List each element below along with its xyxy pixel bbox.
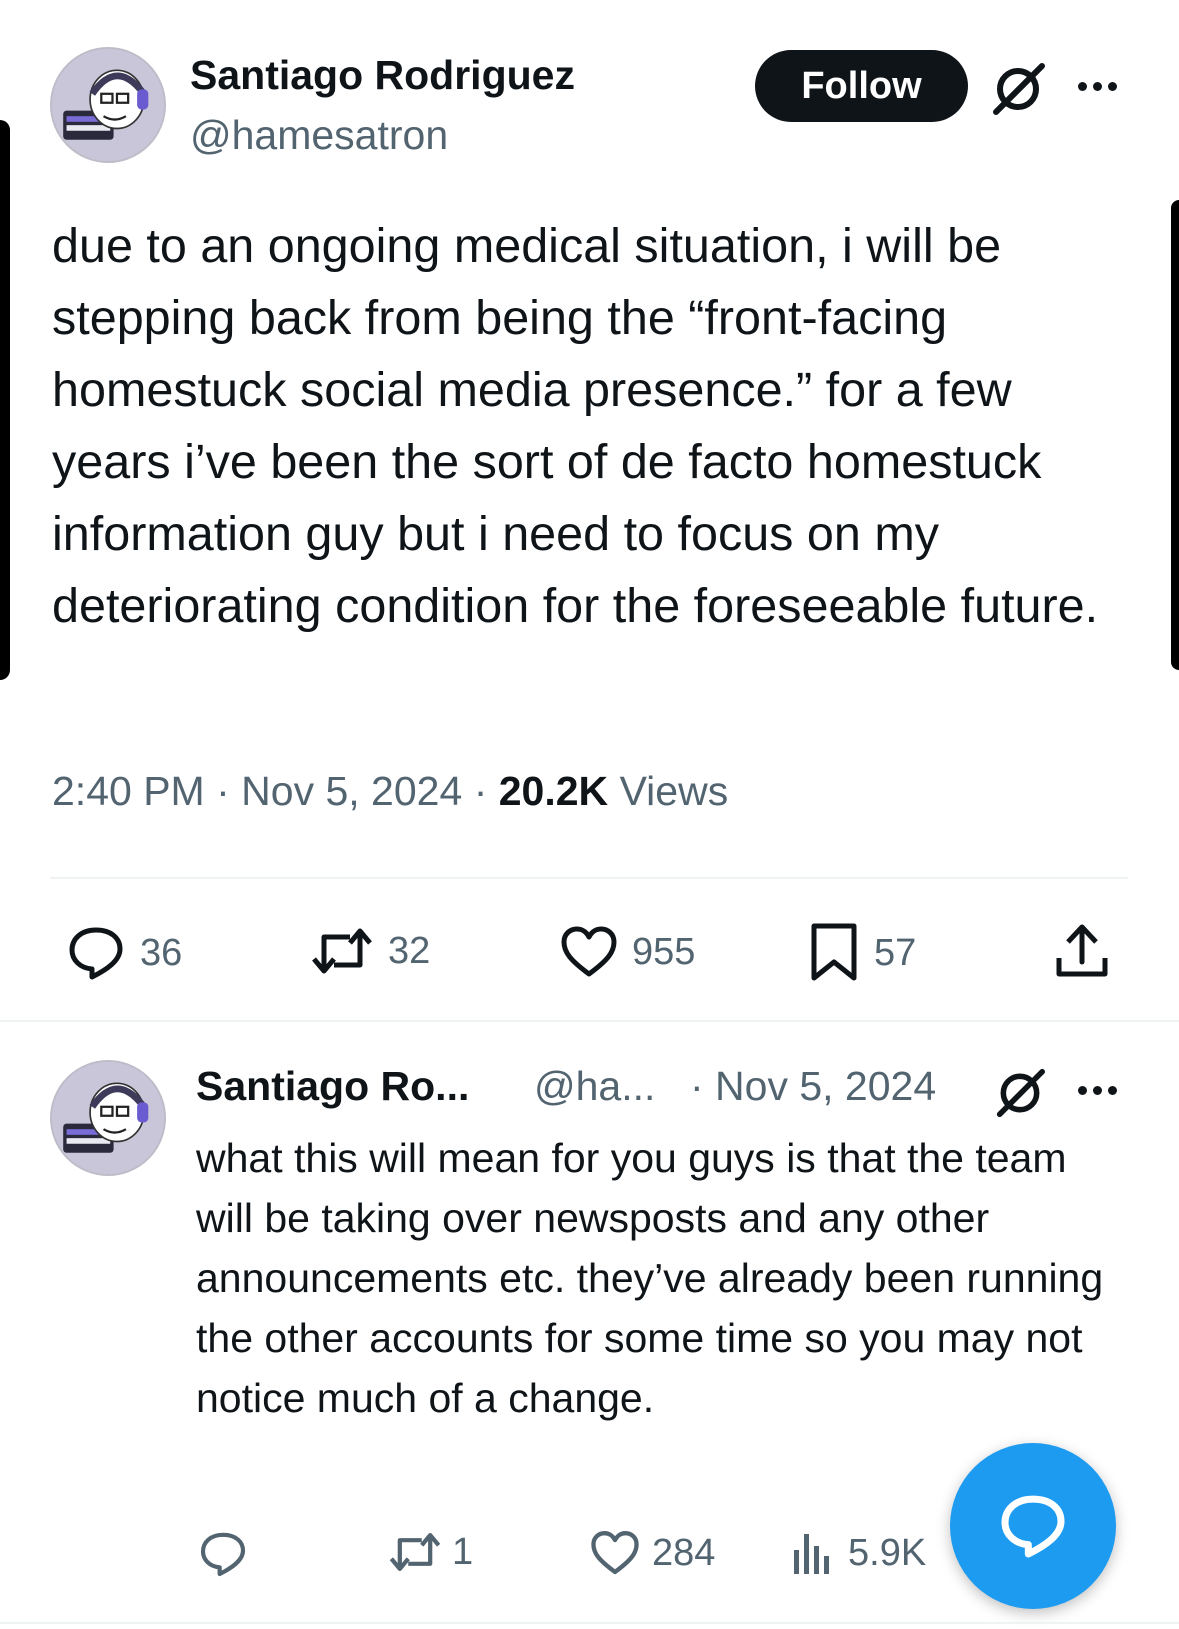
repost-icon bbox=[312, 928, 372, 974]
reply-button[interactable]: 36 bbox=[66, 925, 182, 981]
grok-icon[interactable] bbox=[990, 62, 1046, 116]
repost-icon bbox=[389, 1533, 441, 1571]
share-icon bbox=[1056, 924, 1108, 977]
heart-icon bbox=[561, 926, 617, 977]
reply-reply-button[interactable] bbox=[198, 1530, 248, 1578]
reply-like-count: 284 bbox=[652, 1531, 716, 1574]
tweet-time[interactable]: 2:40 PM bbox=[52, 768, 205, 814]
reply-text: what this will mean for you guys is that… bbox=[196, 1135, 1104, 1421]
repost-button[interactable]: 32 bbox=[310, 925, 430, 977]
reply-author-avatar[interactable] bbox=[50, 1060, 166, 1176]
divider bbox=[0, 1622, 1179, 1624]
tweet-meta: 2:40 PM · Nov 5, 2024 · 20.2K Views bbox=[52, 768, 728, 815]
more-icon[interactable] bbox=[1078, 1086, 1117, 1095]
divider bbox=[50, 877, 1128, 879]
bookmark-count: 57 bbox=[874, 931, 917, 974]
bookmark-icon bbox=[811, 923, 857, 981]
avatar-headphones-character-icon bbox=[52, 1062, 164, 1174]
divider bbox=[0, 1020, 1179, 1022]
more-icon[interactable] bbox=[1078, 82, 1117, 91]
bookmark-button[interactable]: 57 bbox=[808, 922, 916, 984]
meta-separator: · bbox=[473, 768, 488, 814]
meta-separator: · bbox=[216, 768, 230, 814]
screen-edge-left bbox=[0, 120, 10, 680]
repost-count: 32 bbox=[388, 929, 431, 972]
reply-author-name[interactable]: Santiago Ro... bbox=[196, 1063, 469, 1110]
views-icon bbox=[794, 1534, 829, 1574]
views-count: 20.2K bbox=[498, 768, 609, 814]
heart-icon bbox=[591, 1531, 639, 1575]
follow-button[interactable]: Follow bbox=[755, 50, 968, 122]
reply-like-button[interactable]: 284 bbox=[590, 1530, 715, 1576]
like-button[interactable]: 955 bbox=[560, 926, 695, 978]
reply-count: 36 bbox=[140, 931, 183, 974]
tweet-date[interactable]: Nov 5, 2024 bbox=[241, 768, 462, 814]
reply-date[interactable]: · Nov 5, 2024 bbox=[690, 1063, 936, 1110]
avatar-headphones-character-icon bbox=[52, 49, 164, 161]
reply-repost-button[interactable]: 1 bbox=[388, 1530, 473, 1574]
reply-icon bbox=[69, 927, 123, 980]
compose-reply-button[interactable] bbox=[950, 1443, 1116, 1609]
compose-reply-icon bbox=[1001, 1495, 1065, 1558]
author-avatar[interactable] bbox=[50, 47, 166, 163]
reply-icon bbox=[200, 1532, 246, 1577]
views-label: Views bbox=[619, 768, 729, 814]
screen-edge-right bbox=[1171, 200, 1179, 670]
share-button[interactable] bbox=[1054, 922, 1110, 980]
reply-views-button[interactable]: 5.9K bbox=[790, 1530, 926, 1576]
grok-icon[interactable] bbox=[994, 1068, 1046, 1118]
reply-author-handle[interactable]: @ha... bbox=[534, 1063, 655, 1110]
reply-views-count: 5.9K bbox=[848, 1531, 927, 1574]
reply-repost-count: 1 bbox=[452, 1530, 474, 1573]
tweet-text: due to an ongoing medical situation, i w… bbox=[52, 219, 1099, 633]
like-count: 955 bbox=[632, 930, 696, 973]
author-handle[interactable]: @hamesatron bbox=[190, 112, 448, 159]
author-name[interactable]: Santiago Rodriguez bbox=[190, 52, 575, 99]
